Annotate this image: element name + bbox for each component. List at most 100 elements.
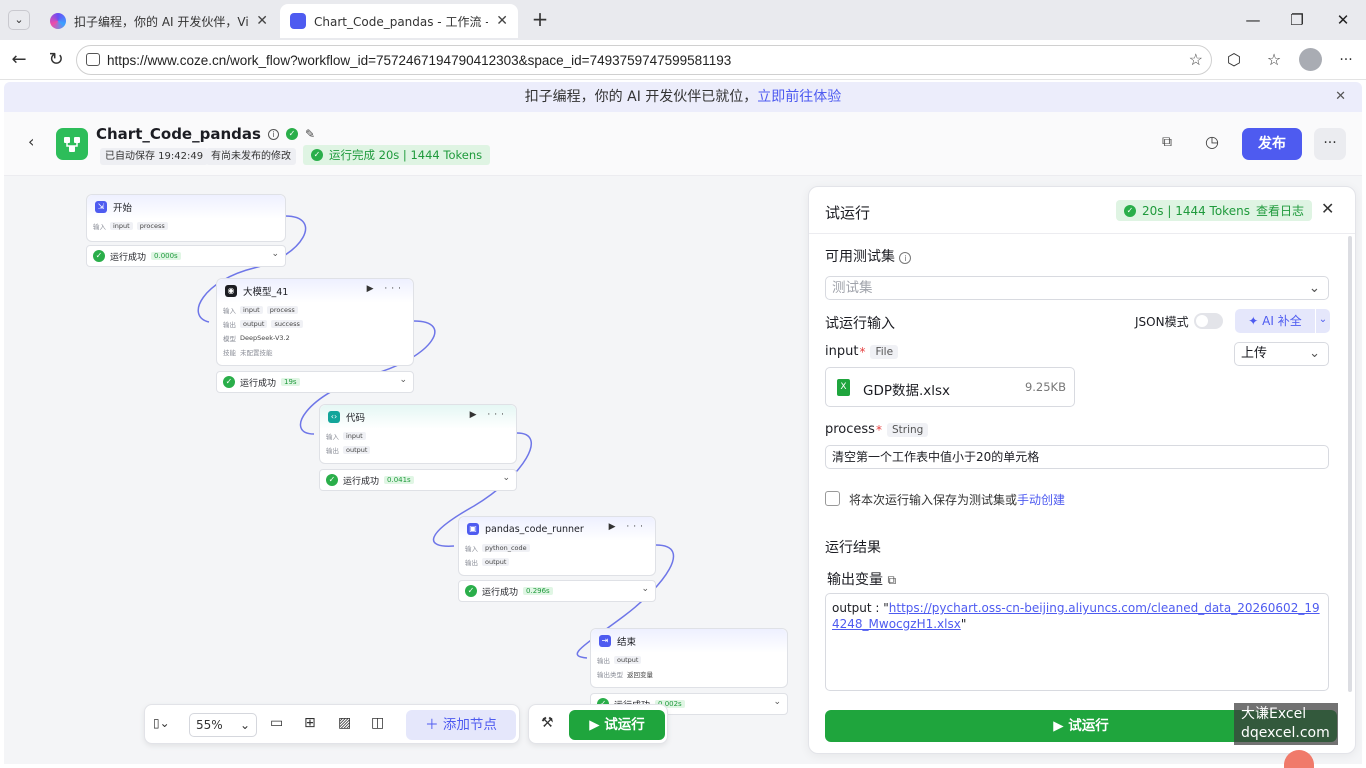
required-mark: *	[859, 344, 866, 359]
output-url-link[interactable]: https://pychart.oss-cn-beijing.aliyuncs.…	[832, 601, 1320, 631]
banner-link[interactable]: 立即前往体验	[757, 89, 841, 105]
chevron-down-icon[interactable]: ⌄	[502, 473, 510, 483]
param-tag: output	[343, 446, 371, 454]
profile-avatar[interactable]	[1299, 48, 1322, 71]
param-tag: process	[266, 306, 298, 314]
wrench-icon[interactable]: ⚒	[541, 715, 554, 731]
copy-icon[interactable]: ⧉	[1162, 134, 1172, 150]
autosave-badge: 已自动保存 19:42:49	[100, 148, 209, 165]
play-more-icons[interactable]: ▶ ···	[609, 522, 647, 532]
add-node-label: 添加节点	[442, 717, 497, 733]
testset-select[interactable]: 测试集 ⌄	[825, 276, 1329, 300]
address-bar-row: ← ↻ https://www.coze.cn/work_flow?workfl…	[0, 40, 1366, 80]
watermark: 大谦Excel dqexcel.com	[1234, 703, 1338, 745]
end-node-icon: ⇥	[599, 635, 611, 647]
plus-icon: ＋	[425, 717, 443, 733]
image-icon[interactable]: ▨	[338, 715, 351, 731]
copy-icon[interactable]: ⧉	[887, 573, 896, 587]
history-icon[interactable]: ◷	[1205, 132, 1219, 151]
play-more-icons[interactable]: ▶ ···	[470, 410, 508, 420]
pandas-runner-node[interactable]: ▣ pandas_code_runner ▶ ··· 输入 python_code 输…	[458, 516, 656, 576]
info-icon[interactable]: i	[267, 128, 279, 140]
model-name: DeepSeek-V3.2	[240, 334, 290, 342]
publish-button[interactable]: 发布	[1242, 128, 1302, 160]
zoom-select[interactable]: 55% ⌄	[189, 713, 257, 737]
back-chevron-icon[interactable]: ‹	[28, 132, 34, 151]
minimap-icon[interactable]: ◫	[371, 715, 384, 731]
info-icon[interactable]: i	[899, 252, 912, 264]
new-tab-plus-icon[interactable]: +	[528, 8, 552, 32]
input-section-title: 试运行输入	[825, 316, 895, 332]
banner-close-icon[interactable]: ✕	[1335, 82, 1346, 112]
chevron-down-icon[interactable]: ⌄	[271, 249, 279, 259]
browser-tab-workflow[interactable]: Chart_Code_pandas - 工作流 -智能 ✕	[280, 4, 518, 38]
minimize-icon[interactable]: —	[1238, 8, 1268, 32]
panel-close-icon[interactable]: ✕	[1321, 199, 1334, 218]
browser-tab-coze-home[interactable]: 扣子编程，你的 AI 开发伙伴，Vib ✕	[40, 4, 278, 38]
play-icon: ▶	[1053, 718, 1069, 734]
reload-icon[interactable]: ↻	[43, 48, 69, 72]
row-label: 技能	[223, 349, 236, 357]
comment-icon[interactable]: ▭	[270, 715, 283, 731]
panel-run-label: 试运行	[1068, 718, 1109, 734]
param-tag: output	[614, 656, 642, 664]
success-check-icon: ✓	[326, 474, 338, 486]
success-check-icon: ✓	[1124, 204, 1136, 217]
runner-node-result[interactable]: ✓ 运行成功 0.296s ⌄	[458, 580, 656, 602]
panel-scrollbar[interactable]	[1348, 236, 1352, 692]
run-status-badge[interactable]: ✓ 运行完成 20s | 1444 Tokens	[303, 145, 491, 165]
favorites-list-icon[interactable]: ☆	[1261, 48, 1287, 72]
excel-file-icon: X	[837, 379, 850, 396]
tab-title: Chart_Code_pandas - 工作流 -智能	[314, 14, 488, 29]
json-mode-toggle[interactable]	[1194, 313, 1223, 329]
save-testset-checkbox[interactable]	[825, 491, 840, 506]
site-info-icon[interactable]	[86, 53, 100, 66]
code-node[interactable]: ‹› 代码 ▶ ··· 输入 input 输出 output	[319, 404, 517, 464]
row-label: 输出	[597, 657, 610, 665]
add-node-button[interactable]: ＋ 添加节点	[406, 710, 516, 740]
row-label: 模型	[223, 335, 236, 343]
run-label: 试运行	[604, 717, 645, 733]
favorite-star-icon[interactable]: ☆	[1189, 50, 1203, 70]
chevron-down-icon: ⌄	[1308, 280, 1320, 296]
chevron-down-icon[interactable]: ⌄	[773, 697, 781, 707]
more-options-button[interactable]: ···	[1314, 128, 1346, 160]
skill-value: 未配置技能	[240, 349, 273, 357]
url-field[interactable]: https://www.coze.cn/work_flow?workflow_i…	[76, 45, 1212, 75]
restore-icon[interactable]: ❐	[1282, 8, 1312, 32]
ai-fill-dropdown[interactable]: ⌄	[1316, 309, 1330, 333]
run-stats-badge[interactable]: ✓ 20s | 1444 Tokens 查看日志	[1116, 200, 1312, 221]
code-node-result[interactable]: ✓ 运行成功 0.041s ⌄	[319, 469, 517, 491]
layout-icon[interactable]: ⊞	[304, 715, 316, 731]
testset-label: 可用测试集 i	[825, 246, 912, 266]
upload-select[interactable]: 上传 ⌄	[1234, 342, 1329, 366]
canvas-run-button[interactable]: ▶ 试运行	[569, 710, 665, 740]
edit-icon[interactable]: ✎	[305, 127, 315, 141]
end-node[interactable]: ⇥ 结束 输出 output 输出类型 返回变量	[590, 628, 788, 688]
process-input[interactable]: 清空第一个工作表中值小于20的单元格	[825, 445, 1329, 469]
required-mark: *	[875, 422, 882, 437]
start-node[interactable]: ⇲ 开始 输入 input process	[86, 194, 286, 242]
llm-node-result[interactable]: ✓ 运行成功 19s ⌄	[216, 371, 414, 393]
llm-node[interactable]: ◉ 大模型_41 ▶ ··· 输入 input process 输出 output succ…	[216, 278, 414, 366]
extensions-icon[interactable]: ⬡	[1221, 48, 1247, 72]
manual-create-link[interactable]: 手动创建	[1017, 493, 1065, 507]
promo-banner: 扣子编程，你的 AI 开发伙伴已就位，立即前往体验 ✕	[4, 82, 1362, 112]
success-check-icon: ✓	[93, 250, 105, 262]
mouse-mode-icon[interactable]: ▯⌄	[153, 716, 170, 730]
window-close-icon[interactable]: ✕	[1328, 8, 1358, 32]
tab-close-icon[interactable]: ✕	[496, 13, 508, 29]
tab-list-chevron-icon[interactable]: ⌄	[8, 10, 30, 30]
uploaded-file-card[interactable]: X GDP数据.xlsx 9.25KB	[825, 367, 1075, 407]
chevron-down-icon[interactable]: ⌄	[399, 375, 407, 385]
tab-close-icon[interactable]: ✕	[256, 13, 268, 29]
view-log-link[interactable]: 查看日志	[1256, 202, 1304, 219]
row-label: 输出	[326, 447, 339, 455]
back-arrow-icon[interactable]: ←	[6, 48, 32, 72]
start-node-result[interactable]: ✓ 运行成功 0.000s ⌄	[86, 245, 286, 267]
play-more-icons[interactable]: ▶ ···	[367, 284, 405, 294]
ai-fill-button[interactable]: ✦ AI 补全	[1235, 309, 1315, 333]
row-label: 输出	[465, 559, 478, 567]
more-menu-icon[interactable]: ···	[1333, 48, 1359, 72]
chevron-down-icon[interactable]: ⌄	[641, 584, 649, 594]
